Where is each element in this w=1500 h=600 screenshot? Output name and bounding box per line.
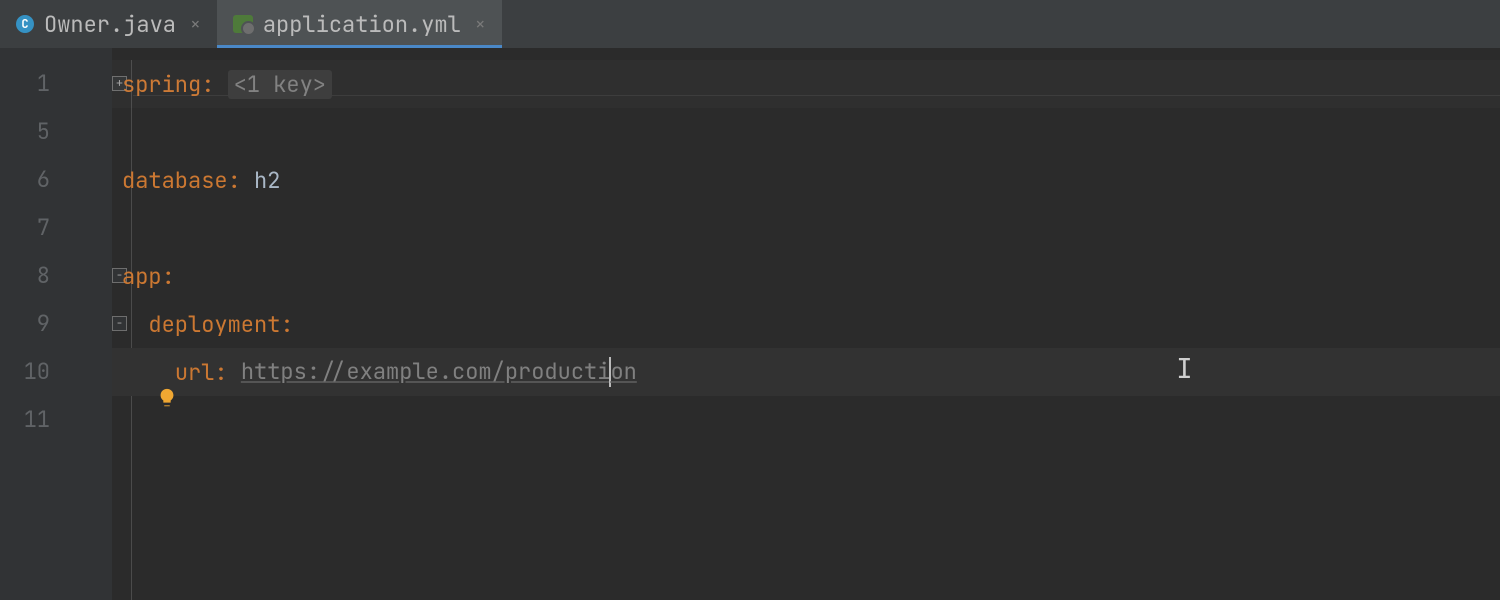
url-value[interactable]: https://example.com/production (241, 357, 637, 388)
line-number-gutter: 1 5 6 7 8 9 10 11 (0, 48, 112, 600)
tab-label: application.yml (263, 10, 461, 39)
editor-tabs: C Owner.java × application.yml × (0, 0, 1500, 48)
code-line[interactable]: deployment: (112, 300, 1500, 348)
code-line[interactable] (112, 108, 1500, 156)
line-number: 7 (0, 204, 112, 252)
line-number: 5 (0, 108, 112, 156)
code-line[interactable]: app: (112, 252, 1500, 300)
code-line[interactable]: database: h2 (112, 156, 1500, 204)
code-area[interactable]: spring: <1 key> database: h2 app: deploy… (112, 48, 1500, 600)
java-class-icon: C (16, 15, 34, 33)
code-line-current[interactable]: url: https://example.com/production (112, 348, 1500, 396)
close-icon[interactable]: × (190, 13, 201, 36)
intention-bulb-icon[interactable] (50, 358, 72, 380)
code-line[interactable] (112, 204, 1500, 252)
code-line[interactable]: spring: <1 key> (112, 60, 1500, 108)
close-icon[interactable]: × (475, 13, 486, 36)
tab-application-yml[interactable]: application.yml × (217, 0, 502, 48)
line-number: 8 (0, 252, 112, 300)
folded-region-hint[interactable]: <1 key> (228, 70, 332, 99)
yaml-file-icon (233, 15, 253, 33)
editor: 1 5 6 7 8 9 10 11 + − − − spring: <1 key… (0, 48, 1500, 600)
tab-owner-java[interactable]: C Owner.java × (0, 0, 217, 48)
line-number: 6 (0, 156, 112, 204)
line-number: 1 (0, 60, 112, 108)
code-line[interactable] (112, 396, 1500, 444)
line-number: 9 (0, 300, 112, 348)
tab-label: Owner.java (44, 10, 176, 39)
